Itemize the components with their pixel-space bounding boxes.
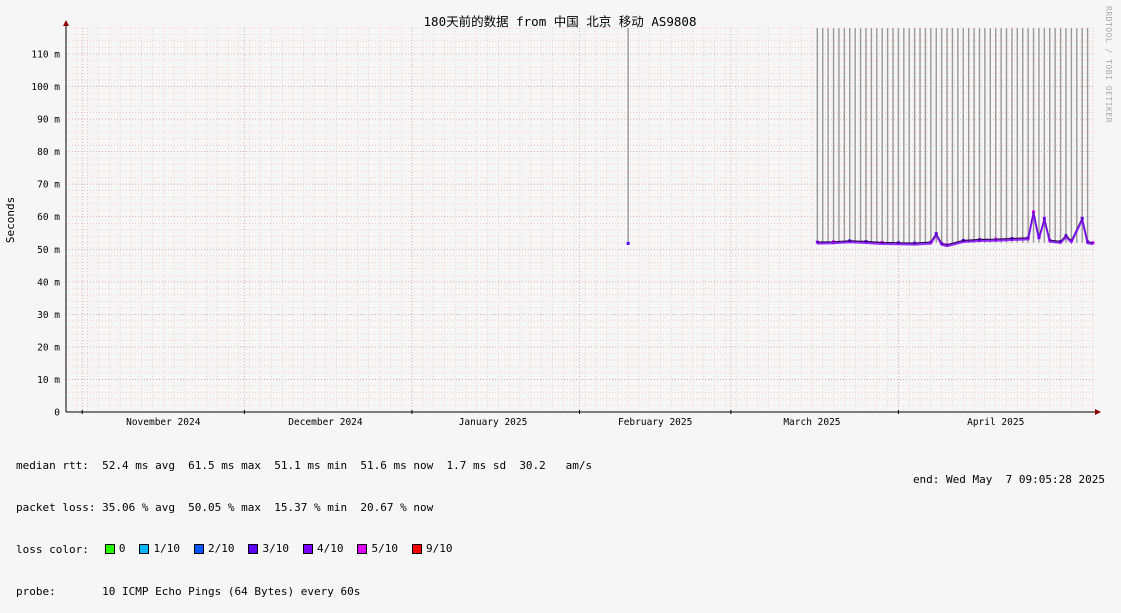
legend-label: 2/10 xyxy=(207,542,235,555)
legend-swatch xyxy=(193,544,204,554)
y-tick-label: 80 m xyxy=(37,147,60,158)
legend-item: 9/10 xyxy=(411,542,453,556)
legend-item: 2/10 xyxy=(193,542,235,556)
legend-label: 4/10 xyxy=(316,542,344,555)
y-tick-labels: 0 10 m 20 m 30 m 40 m 50 m 60 m 70 m 80 m 90 m 100… xyxy=(31,50,60,419)
legend-label: 3/10 xyxy=(262,542,289,555)
y-tick-label: 10 m xyxy=(37,375,60,386)
legend-item: 5/10 xyxy=(357,542,398,556)
y-axis-label: Seconds xyxy=(4,197,17,243)
x-tick-label: February 2025 xyxy=(618,417,692,428)
x-axis-arrow xyxy=(1095,409,1101,415)
legend-item: 0 xyxy=(104,542,126,556)
legend-item: 3/10 xyxy=(248,542,289,556)
y-tick-label: 70 m xyxy=(37,180,60,191)
y-tick-label: 90 m xyxy=(37,115,60,126)
legend-swatch xyxy=(357,544,368,554)
legend-swatch xyxy=(302,544,313,554)
packet-loss-line: packet loss: 35.06 % avg 50.05 % max 15.… xyxy=(16,501,434,514)
x-tick-label: December 2024 xyxy=(288,417,363,428)
y-tick-label: 60 m xyxy=(37,212,60,223)
legend-label: 1/10 xyxy=(153,542,180,555)
legend-label: 0 xyxy=(118,542,126,555)
legend-swatch xyxy=(104,544,115,554)
legend-label: 5/10 xyxy=(371,542,398,555)
y-tick-label: 50 m xyxy=(37,245,60,256)
chart-title: 180天前的数据 from 中国 北京 移动 AS9808 xyxy=(424,14,697,29)
legend-item: 4/10 xyxy=(302,542,344,556)
end-time: end: Wed May 7 09:05:28 2025 xyxy=(912,473,1105,486)
y-tick-label: 100 m xyxy=(31,82,60,93)
y-tick-label: 110 m xyxy=(31,50,60,61)
loss-color-legend: loss color: 0 1/10 2/10 3/10 4/10 5/10 9/10 xyxy=(16,542,592,557)
y-tick-label: 20 m xyxy=(37,342,60,353)
chart-grid xyxy=(65,27,1094,413)
smokeping-chart: 0 10 m 20 m 30 m 40 m 50 m 60 m 70 m 80 m 90 m 100… xyxy=(4,14,1101,428)
smoke-lines xyxy=(627,28,1089,243)
x-tick-label: November 2024 xyxy=(126,417,201,428)
chart-axes xyxy=(63,20,1101,415)
rrdtool-watermark: RRDTOOL / TOBI OETIKER xyxy=(1104,6,1113,123)
loss-color-label: loss color: xyxy=(16,543,89,556)
probe-line: probe: 10 ICMP Echo Pings (64 Bytes) eve… xyxy=(16,585,361,598)
y-tick-label: 30 m xyxy=(37,310,60,321)
x-tick-labels: November 2024 December 2024 January 2025 Fe… xyxy=(126,417,1024,428)
legend-swatch xyxy=(248,544,259,554)
stats-panel: median rtt: 52.4 ms avg 61.5 ms max 51.1… xyxy=(16,431,592,613)
legend-swatch xyxy=(411,544,422,554)
x-tick-label: March 2025 xyxy=(783,417,840,428)
x-tick-label: January 2025 xyxy=(459,417,528,428)
y-axis-arrow xyxy=(63,20,69,26)
legend-label: 9/10 xyxy=(425,542,453,555)
x-tick-label: April 2025 xyxy=(967,417,1024,428)
loss-marker xyxy=(626,241,630,245)
legend-item: 1/10 xyxy=(139,542,180,556)
y-tick-label: 40 m xyxy=(37,277,60,288)
y-tick-label: 0 xyxy=(54,408,60,419)
median-rtt-line: median rtt: 52.4 ms avg 61.5 ms max 51.1… xyxy=(16,459,593,472)
legend-swatch xyxy=(139,544,150,554)
